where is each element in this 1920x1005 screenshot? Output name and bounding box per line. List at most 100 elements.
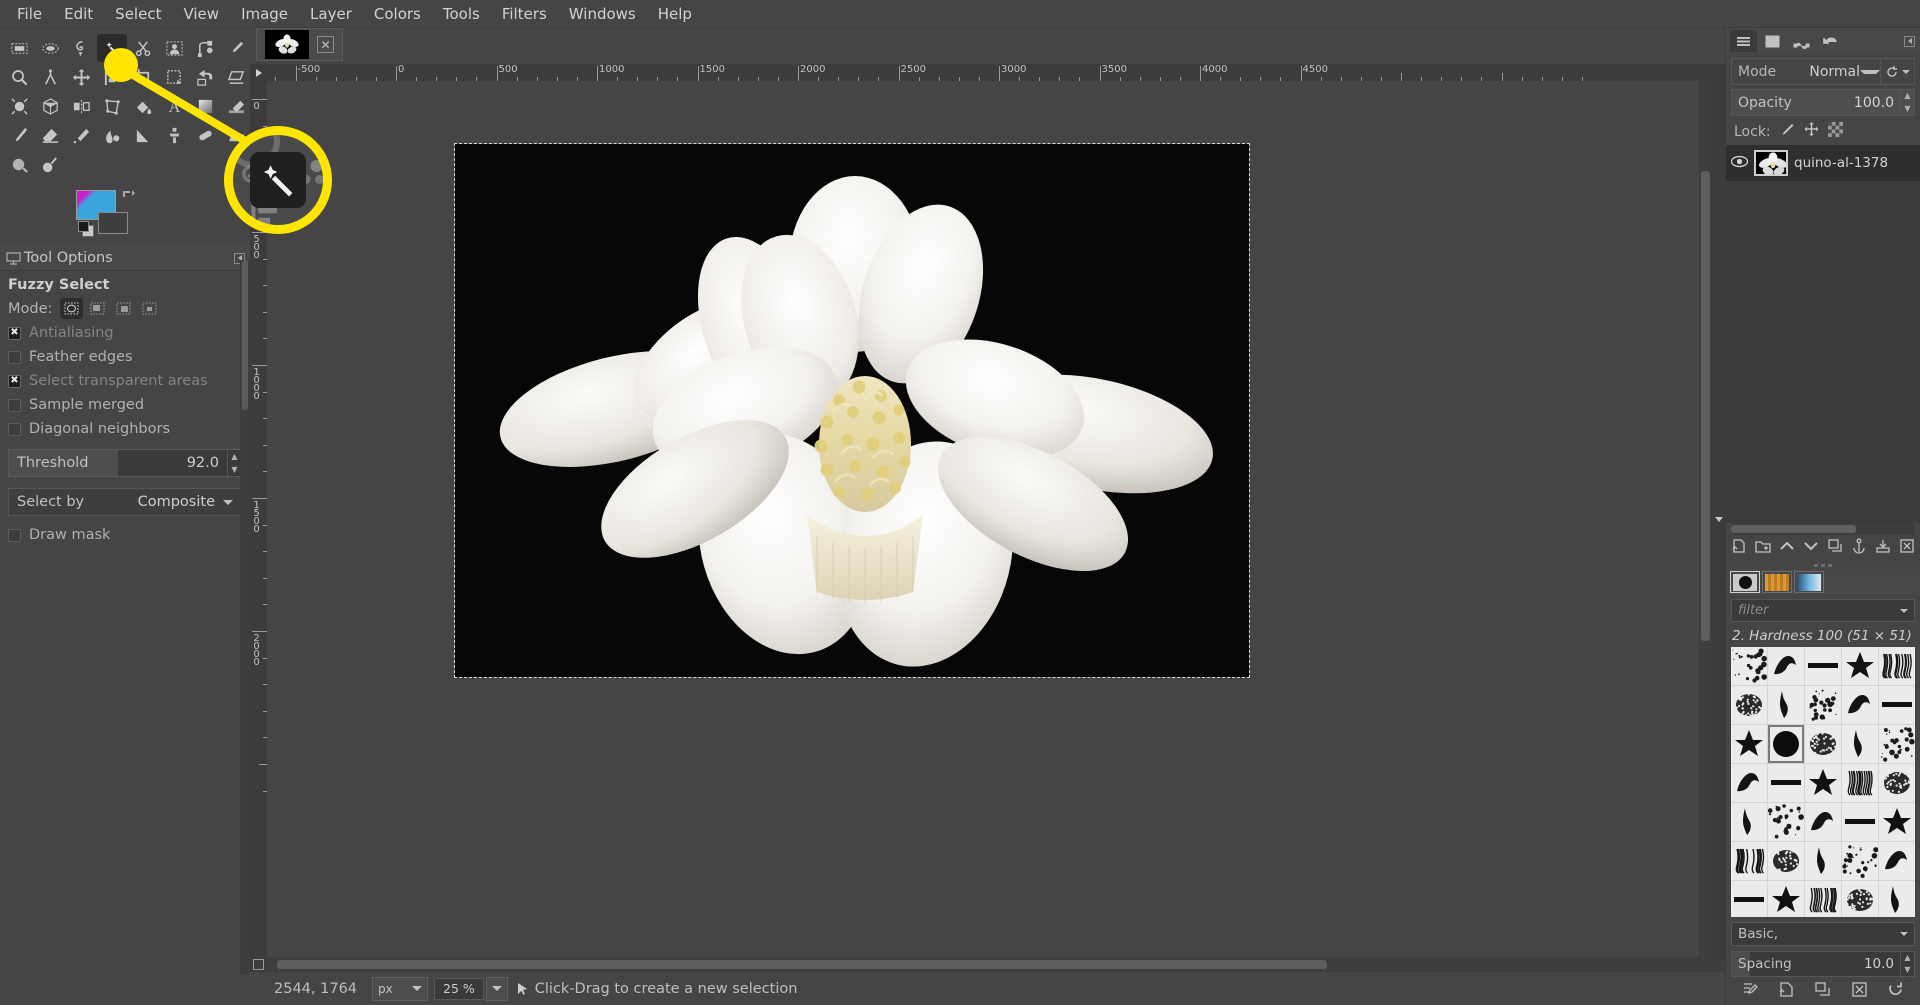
brush-swatch[interactable] [1842, 686, 1878, 724]
menu-image[interactable]: Image [230, 2, 299, 26]
select-transparent-areas-checkbox[interactable] [8, 375, 21, 388]
layers-tab[interactable] [1730, 30, 1757, 52]
vertical-ruler[interactable]: 0500100015002000 [250, 81, 267, 958]
horizontal-ruler[interactable]: -500050010001500200025003000350040004500 [267, 64, 1725, 81]
brush-swatch[interactable] [1768, 842, 1804, 880]
opacity-slider[interactable]: Opacity 100.0 ▲▼ [1731, 89, 1915, 116]
option-draw-mask[interactable]: Draw mask [0, 523, 250, 547]
new-layer-icon[interactable] [1731, 538, 1747, 558]
layer-mode-row[interactable]: Mode Normal [1731, 58, 1915, 85]
canvas-vertical-scrollbar[interactable] [1699, 81, 1712, 958]
image-canvas[interactable] [455, 144, 1249, 677]
spacing-stepper[interactable]: ▲▼ [1900, 952, 1914, 976]
measure-icon[interactable] [35, 63, 65, 91]
undo-history-tab[interactable] [1817, 30, 1844, 52]
anchor-layer-icon[interactable] [1851, 538, 1867, 558]
mode-replace-button[interactable] [60, 298, 83, 319]
patterns-tab[interactable] [1762, 571, 1792, 593]
menu-view[interactable]: View [172, 2, 230, 26]
brush-swatch[interactable] [1768, 764, 1804, 802]
brush-swatch[interactable] [1731, 647, 1767, 685]
image-tab[interactable]: ✕ [256, 28, 343, 61]
lock-position-icon[interactable] [1804, 122, 1819, 141]
gradients-tab[interactable] [1794, 571, 1824, 593]
brush-swatch[interactable] [1842, 803, 1878, 841]
menu-tools[interactable]: Tools [432, 2, 491, 26]
brush-swatch[interactable] [1805, 764, 1841, 802]
menu-colors[interactable]: Colors [363, 2, 432, 26]
eraser-icon[interactable] [221, 92, 251, 120]
feather-edges-checkbox[interactable] [8, 351, 21, 364]
zoom-value[interactable]: 25 % [434, 978, 484, 1000]
brush-swatch[interactable] [1731, 881, 1767, 917]
ruler-corner-button[interactable] [250, 64, 267, 81]
brush-swatch[interactable] [1879, 764, 1915, 802]
crop-icon[interactable] [128, 63, 158, 91]
duplicate-layer-icon[interactable] [1827, 538, 1843, 558]
threshold-stepper[interactable]: ▲▼ [227, 450, 241, 476]
brush-tag-dropdown[interactable]: Basic, [1731, 922, 1915, 946]
brush-swatch[interactable] [1768, 647, 1804, 685]
select-by-dropdown[interactable]: Select by Composite [8, 488, 242, 516]
canvas-horizontal-scrollbar[interactable] [267, 958, 1725, 971]
dock-resize-grip[interactable] [1726, 561, 1920, 569]
brush-swatch[interactable] [1731, 842, 1767, 880]
layer-list-scrollbar-thumb[interactable] [1731, 525, 1856, 533]
brush-grid[interactable] [1731, 647, 1915, 917]
foreground-select-icon[interactable] [159, 34, 189, 62]
cage-transform-icon[interactable] [97, 92, 127, 120]
smudge-icon[interactable] [35, 150, 65, 178]
brush-swatch[interactable] [1805, 881, 1841, 917]
brush-swatch[interactable] [1805, 647, 1841, 685]
free-select-icon[interactable] [66, 34, 96, 62]
close-image-icon[interactable]: ✕ [317, 36, 334, 53]
option-sample-merged[interactable]: Sample merged [0, 393, 250, 417]
new-brush-icon[interactable] [1778, 981, 1795, 1002]
zoom-dropdown-button[interactable] [486, 977, 508, 1001]
menu-file[interactable]: File [6, 2, 53, 26]
zoom-control[interactable]: 25 % [434, 977, 508, 1001]
channels-tab[interactable] [1759, 30, 1786, 52]
background-color-swatch[interactable] [98, 212, 128, 234]
brush-swatch[interactable] [1731, 803, 1767, 841]
chevron-down-icon[interactable] [1900, 609, 1908, 613]
layer-item[interactable]: quino-al-1378 [1726, 145, 1920, 181]
duplicate-brush-icon[interactable] [1814, 981, 1831, 1002]
brush-swatch[interactable] [1879, 647, 1915, 685]
fuzzy-select-icon[interactable] [97, 34, 127, 62]
brush-swatch[interactable] [1879, 725, 1915, 763]
menu-windows[interactable]: Windows [558, 2, 647, 26]
menu-filters[interactable]: Filters [491, 2, 558, 26]
brush-swatch[interactable] [1731, 686, 1767, 724]
brush-swatch[interactable] [1768, 725, 1804, 763]
shear-icon[interactable] [221, 63, 251, 91]
mode-intersect-button[interactable] [138, 298, 161, 319]
gradient-icon[interactable] [190, 92, 220, 120]
option-diagonal-neighbors[interactable]: Diagonal neighbors [0, 417, 250, 441]
brush-swatch[interactable] [1768, 803, 1804, 841]
canvas-viewport[interactable] [267, 81, 1699, 958]
brush-swatch[interactable] [1842, 764, 1878, 802]
heal-icon[interactable] [190, 121, 220, 149]
brush-swatch[interactable] [1805, 686, 1841, 724]
diagonal-neighbors-checkbox[interactable] [8, 423, 21, 436]
layer-visibility-eye-icon[interactable] [1731, 154, 1748, 172]
brush-swatch[interactable] [1879, 881, 1915, 917]
color-picker-icon[interactable] [221, 34, 251, 62]
ellipse-select-icon[interactable] [35, 34, 65, 62]
eraser2-icon[interactable] [35, 121, 65, 149]
brush-swatch[interactable] [1879, 842, 1915, 880]
canvas-vscroll-thumb[interactable] [1701, 171, 1710, 641]
option-antialiasing[interactable]: Antialiasing [0, 321, 250, 345]
spacing-slider[interactable]: Spacing 10.0 ▲▼ [1731, 951, 1915, 977]
antialiasing-checkbox[interactable] [8, 327, 21, 340]
brush-swatch[interactable] [1768, 881, 1804, 917]
opacity-stepper[interactable]: ▲▼ [1900, 90, 1914, 115]
layer-list-scrollbar[interactable] [1731, 523, 1915, 535]
perspective-clone-icon[interactable] [221, 121, 251, 149]
brush-filter-input[interactable]: filter [1731, 599, 1915, 622]
warp-transform-icon[interactable] [4, 92, 34, 120]
ink-icon[interactable] [97, 121, 127, 149]
brush-swatch[interactable] [1731, 764, 1767, 802]
brush-swatch[interactable] [1805, 803, 1841, 841]
